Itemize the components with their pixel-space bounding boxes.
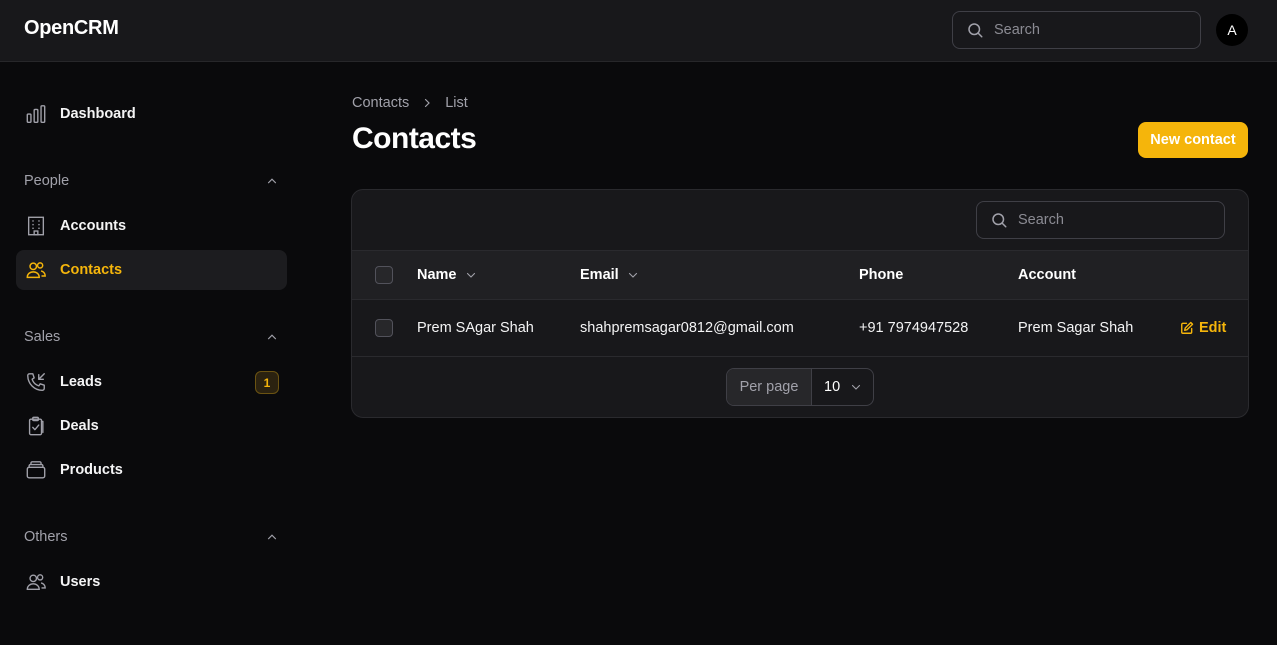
sidebar-item-dashboard[interactable]: Dashboard (16, 94, 287, 134)
sidebar-group-people[interactable]: People (24, 173, 279, 189)
sidebar-group-label: Others (24, 529, 68, 545)
search-icon (990, 211, 1008, 229)
edit-icon (1180, 321, 1194, 335)
sidebar-item-label: Dashboard (60, 106, 136, 122)
sidebar-item-label: Users (60, 574, 101, 590)
chevron-down-icon (465, 269, 477, 281)
user-avatar[interactable]: A (1216, 14, 1248, 46)
per-page-select[interactable]: Per page 10 (726, 368, 874, 406)
global-search-input[interactable]: Search (952, 11, 1201, 49)
contacts-table-card: Search Name Email Phone Account Prem SAg… (351, 189, 1249, 418)
sidebar: Dashboard People Accounts Contacts Sales… (0, 63, 303, 645)
chevron-down-icon (850, 381, 862, 393)
table-row[interactable]: Prem SAgar Shah shahpremsagar0812@gmail.… (352, 300, 1248, 357)
per-page-label: Per page (727, 369, 812, 405)
phone-icon (25, 371, 47, 393)
global-search-placeholder: Search (994, 22, 1040, 38)
row-select-cell (352, 300, 412, 356)
sidebar-item-products[interactable]: Products (16, 450, 287, 490)
sidebar-item-label: Products (60, 462, 123, 478)
box-icon (25, 459, 47, 481)
sidebar-item-label: Leads (60, 374, 102, 390)
sidebar-item-deals[interactable]: Deals (16, 406, 287, 446)
edit-row-link[interactable]: Edit (1180, 300, 1226, 356)
column-header-email[interactable]: Email (580, 251, 639, 299)
column-header-account: Account (1018, 267, 1076, 283)
sidebar-item-label: Deals (60, 418, 99, 434)
cell-email: shahpremsagar0812@gmail.com (580, 320, 794, 336)
column-header-label: Email (580, 267, 619, 283)
row-checkbox[interactable] (375, 319, 393, 337)
users-icon (25, 571, 47, 593)
chevron-right-icon (421, 97, 433, 109)
chevron-up-icon[interactable] (265, 330, 279, 344)
chevron-up-icon[interactable] (265, 530, 279, 544)
cell-name: Prem SAgar Shah (417, 320, 534, 336)
sidebar-group-label: People (24, 173, 70, 189)
sidebar-item-accounts[interactable]: Accounts (16, 206, 287, 246)
building-icon (25, 215, 47, 237)
per-page-dropdown[interactable]: 10 (812, 369, 873, 405)
table-header-row: Name Email Phone Account (352, 250, 1248, 300)
chevron-up-icon[interactable] (265, 174, 279, 188)
clipboard-check-icon (25, 415, 47, 437)
sidebar-group-sales[interactable]: Sales (24, 329, 279, 345)
select-all-cell (352, 251, 412, 299)
sidebar-item-label: Accounts (60, 218, 127, 234)
cell-phone: +91 7974947528 (859, 320, 969, 336)
column-header-name[interactable]: Name (417, 251, 477, 299)
top-bar: OpenCRM Search A (0, 0, 1277, 62)
chevron-down-icon (627, 269, 639, 281)
column-header-label: Name (417, 267, 457, 283)
table-search-placeholder: Search (1018, 212, 1064, 228)
column-header-phone: Phone (859, 267, 904, 283)
edit-link-label: Edit (1199, 320, 1227, 336)
search-icon (966, 21, 984, 39)
select-all-checkbox[interactable] (375, 266, 393, 284)
sidebar-item-label: Contacts (60, 262, 123, 278)
brand-logo[interactable]: OpenCRM (24, 17, 119, 40)
sidebar-group-others[interactable]: Others (24, 529, 279, 545)
breadcrumb: Contacts List (352, 95, 468, 111)
users-icon (25, 259, 47, 281)
bar-chart-icon (25, 103, 47, 125)
sidebar-item-leads[interactable]: Leads 1 (16, 362, 287, 402)
table-search-input[interactable]: Search (976, 201, 1225, 239)
per-page-value: 10 (824, 379, 841, 395)
page-title: Contacts (352, 122, 477, 155)
leads-count-badge: 1 (255, 371, 279, 394)
sidebar-group-label: Sales (24, 329, 61, 345)
breadcrumb-root[interactable]: Contacts (352, 95, 409, 111)
new-contact-button[interactable]: New contact (1138, 122, 1248, 158)
sidebar-item-users[interactable]: Users (16, 562, 287, 602)
cell-account: Prem Sagar Shah (1018, 320, 1134, 336)
breadcrumb-current: List (445, 95, 468, 111)
sidebar-item-contacts[interactable]: Contacts (16, 250, 287, 290)
